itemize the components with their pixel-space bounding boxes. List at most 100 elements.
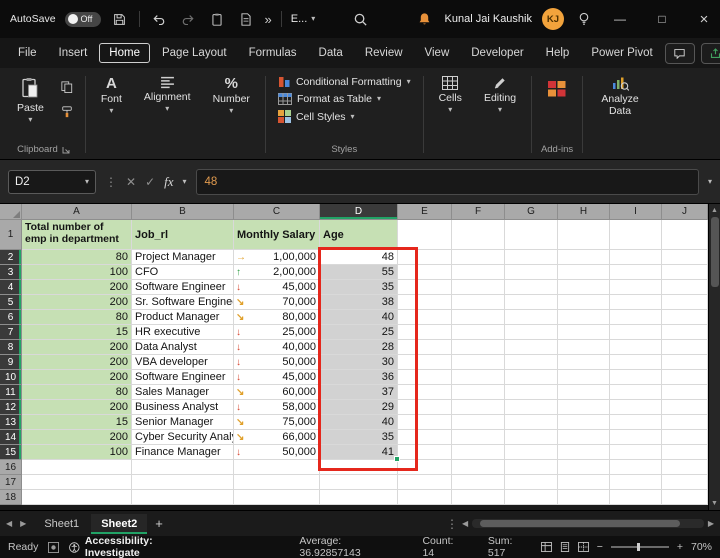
cell-B10[interactable]: Software Engineer — [132, 370, 234, 385]
cell-D18[interactable] — [320, 490, 398, 505]
ribbon-tab-formulas[interactable]: Formulas — [239, 43, 307, 63]
cell-A10[interactable]: 200 — [22, 370, 132, 385]
cell-F8[interactable] — [452, 340, 505, 355]
cell-G8[interactable] — [505, 340, 558, 355]
zoom-level[interactable]: 70% — [691, 541, 712, 553]
editing-menu-button[interactable]: Editing ▾ — [477, 72, 523, 118]
cell-C1[interactable]: Monthly Salary — [234, 220, 320, 250]
cell-A16[interactable] — [22, 460, 132, 475]
cell-E13[interactable] — [398, 415, 452, 430]
cancel-entry-icon[interactable]: ✕ — [126, 175, 136, 189]
cell-H6[interactable] — [558, 310, 610, 325]
cell-H12[interactable] — [558, 400, 610, 415]
cell-D10[interactable]: 36 — [320, 370, 398, 385]
cell-J8[interactable] — [662, 340, 708, 355]
row-header-9[interactable]: 9 — [0, 355, 22, 370]
cell-J18[interactable] — [662, 490, 708, 505]
cell-A14[interactable]: 200 — [22, 430, 132, 445]
cell-J12[interactable] — [662, 400, 708, 415]
scroll-down-icon[interactable]: ▼ — [711, 497, 718, 510]
insert-function-button[interactable]: fx — [164, 174, 173, 190]
row-header-10[interactable]: 10 — [0, 370, 22, 385]
cell-E15[interactable] — [398, 445, 452, 460]
ribbon-tab-page-layout[interactable]: Page Layout — [152, 43, 237, 63]
status-count[interactable]: Count: 14 — [422, 535, 465, 558]
cell-H18[interactable] — [558, 490, 610, 505]
row-header-14[interactable]: 14 — [0, 430, 22, 445]
undo-icon[interactable] — [149, 7, 169, 31]
cell-B7[interactable]: HR executive — [132, 325, 234, 340]
cell-G2[interactable] — [505, 250, 558, 265]
cell-H8[interactable] — [558, 340, 610, 355]
zoom-in-button[interactable]: + — [677, 541, 683, 553]
cell-F14[interactable] — [452, 430, 505, 445]
ribbon-tab-power-pivot[interactable]: Power Pivot — [581, 43, 662, 63]
cell-E11[interactable] — [398, 385, 452, 400]
cell-B5[interactable]: Sr. Software Engineer — [132, 295, 234, 310]
cell-C17[interactable] — [234, 475, 320, 490]
column-header-G[interactable]: G — [505, 204, 558, 220]
cell-F4[interactable] — [452, 280, 505, 295]
cell-D13[interactable]: 40 — [320, 415, 398, 430]
cell-J13[interactable] — [662, 415, 708, 430]
format-painter-button[interactable] — [57, 103, 77, 121]
cell-E12[interactable] — [398, 400, 452, 415]
cell-G14[interactable] — [505, 430, 558, 445]
cell-J9[interactable] — [662, 355, 708, 370]
cell-G13[interactable] — [505, 415, 558, 430]
cell-E2[interactable] — [398, 250, 452, 265]
cell-B4[interactable]: Software Engineer — [132, 280, 234, 295]
cell-B8[interactable]: Data Analyst — [132, 340, 234, 355]
cell-H4[interactable] — [558, 280, 610, 295]
cell-F7[interactable] — [452, 325, 505, 340]
cell-C16[interactable] — [234, 460, 320, 475]
formula-bar-expand-icon[interactable]: ▾ — [708, 178, 712, 186]
cell-J17[interactable] — [662, 475, 708, 490]
cell-I7[interactable] — [610, 325, 662, 340]
row-header-17[interactable]: 17 — [0, 475, 22, 490]
cell-C9[interactable]: ↓50,000 — [234, 355, 320, 370]
cell-D6[interactable]: 40 — [320, 310, 398, 325]
cell-G3[interactable] — [505, 265, 558, 280]
cell-E3[interactable] — [398, 265, 452, 280]
cell-H1[interactable] — [558, 220, 610, 250]
page-layout-view-icon[interactable] — [560, 542, 570, 552]
maximize-button[interactable]: □ — [646, 0, 678, 38]
select-all-button[interactable] — [0, 204, 22, 220]
cell-F11[interactable] — [452, 385, 505, 400]
cell-A1[interactable]: Total number of emp in department — [22, 220, 132, 250]
cell-A3[interactable]: 100 — [22, 265, 132, 280]
cell-H9[interactable] — [558, 355, 610, 370]
search-icon[interactable] — [350, 7, 370, 31]
cell-I16[interactable] — [610, 460, 662, 475]
row-header-7[interactable]: 7 — [0, 325, 22, 340]
cell-B1[interactable]: Job_rl — [132, 220, 234, 250]
row-header-8[interactable]: 8 — [0, 340, 22, 355]
cell-C3[interactable]: ↑2,00,000 — [234, 265, 320, 280]
cell-B12[interactable]: Business Analyst — [132, 400, 234, 415]
cell-C10[interactable]: ↓45,000 — [234, 370, 320, 385]
page-break-view-icon[interactable] — [578, 542, 589, 552]
cell-A12[interactable]: 200 — [22, 400, 132, 415]
cell-A4[interactable]: 200 — [22, 280, 132, 295]
cell-A13[interactable]: 15 — [22, 415, 132, 430]
cell-J4[interactable] — [662, 280, 708, 295]
zoom-slider-thumb[interactable] — [637, 543, 640, 551]
column-header-B[interactable]: B — [132, 204, 234, 220]
comments-button[interactable] — [665, 43, 695, 64]
cell-F9[interactable] — [452, 355, 505, 370]
cell-J7[interactable] — [662, 325, 708, 340]
cell-I2[interactable] — [610, 250, 662, 265]
cell-A7[interactable]: 15 — [22, 325, 132, 340]
cell-H14[interactable] — [558, 430, 610, 445]
cell-A18[interactable] — [22, 490, 132, 505]
cell-J2[interactable] — [662, 250, 708, 265]
cell-A5[interactable]: 200 — [22, 295, 132, 310]
minimize-button[interactable]: — — [604, 0, 636, 38]
cell-H2[interactable] — [558, 250, 610, 265]
cell-I15[interactable] — [610, 445, 662, 460]
cell-G10[interactable] — [505, 370, 558, 385]
clipboard-dialog-launcher[interactable] — [62, 146, 70, 154]
cell-D5[interactable]: 38 — [320, 295, 398, 310]
cell-G5[interactable] — [505, 295, 558, 310]
